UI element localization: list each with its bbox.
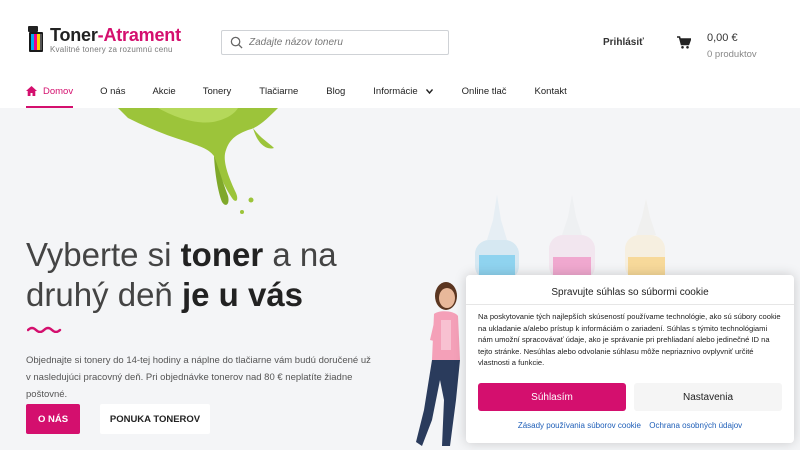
cart-icon[interactable] xyxy=(677,36,691,49)
wave-divider xyxy=(27,326,62,333)
logo-tagline: Kvalitné tonery za rozumnú cenu xyxy=(50,45,173,54)
hero-description: Objednajte si tonery do 14-tej hodiny a … xyxy=(26,355,371,400)
nav-item-tonery[interactable]: Tonery xyxy=(203,80,232,108)
privacy-policy-link[interactable]: Ochrana osobných údajov xyxy=(649,421,742,430)
cookie-settings-button[interactable]: Nastavenia xyxy=(634,383,782,411)
logo-title-part1: Toner xyxy=(50,25,98,45)
main-nav: Domov O nás Akcie Tonery Tlačiarne Blog … xyxy=(26,80,567,108)
cookie-policy-link[interactable]: Zásady používania súborov cookie xyxy=(518,421,641,430)
ink-splash-image xyxy=(118,108,278,214)
logo-title-part2: -Atrament xyxy=(97,25,181,45)
cart-count: 0 produktov xyxy=(707,49,757,60)
logo[interactable]: Toner-Atrament Kvalitné tonery za rozumn… xyxy=(26,26,181,54)
cookie-divider xyxy=(466,304,794,305)
toner-cartridge-icon xyxy=(28,26,43,52)
nav-item-online-tlac[interactable]: Online tlač xyxy=(462,80,507,108)
cart-total[interactable]: 0,00 € xyxy=(707,32,738,44)
hero-title: Vyberte si toner a na druhý deň je u vás xyxy=(26,235,406,315)
nav-label: Blog xyxy=(326,86,346,97)
nav-item-tlaciarne[interactable]: Tlačiarne xyxy=(259,80,298,108)
nav-label: Tonery xyxy=(202,86,232,97)
logo-title: Toner-Atrament xyxy=(50,26,181,44)
about-button[interactable]: O NÁS xyxy=(26,404,80,434)
nav-label: Informácie xyxy=(373,86,418,97)
search-box[interactable] xyxy=(221,30,449,55)
search-icon xyxy=(230,36,243,49)
nav-label: Online tlač xyxy=(461,86,507,97)
nav-label: Akcie xyxy=(152,86,176,97)
nav-label: Domov xyxy=(43,86,74,97)
hero-title-bold1: toner xyxy=(180,236,264,273)
chevron-down-icon xyxy=(425,89,433,94)
nav-item-akcie[interactable]: Akcie xyxy=(152,80,175,108)
cookie-text: Na poskytovanie tých najlepších skúsenos… xyxy=(478,312,781,368)
nav-item-informacie[interactable]: Informácie xyxy=(373,80,433,108)
hero-title-bold2: je u vás xyxy=(181,276,304,313)
hero-title-part1: Vyberte si xyxy=(26,236,181,273)
search-input[interactable] xyxy=(249,37,439,48)
site-header: Toner-Atrament Kvalitné tonery za rozumn… xyxy=(0,0,800,108)
cookie-links: Zásady používania súborov cookie Ochrana… xyxy=(466,421,794,430)
nav-label: Tlačiarne xyxy=(259,86,299,97)
login-link[interactable]: Prihlásiť xyxy=(603,37,644,48)
ink-bottles-image xyxy=(475,195,665,275)
cookie-consent-dialog: Spravujte súhlas so súbormi cookie Na po… xyxy=(466,275,794,443)
home-icon xyxy=(26,86,37,96)
cookie-accept-button[interactable]: Súhlasím xyxy=(478,383,626,411)
nav-item-domov[interactable]: Domov xyxy=(26,80,74,108)
nav-item-o-nas[interactable]: O nás xyxy=(100,80,125,108)
nav-label: Kontakt xyxy=(534,86,567,97)
nav-label: O nás xyxy=(100,86,126,97)
woman-photo xyxy=(416,282,460,446)
cookie-title: Spravujte súhlas so súbormi cookie xyxy=(551,287,709,298)
nav-item-kontakt[interactable]: Kontakt xyxy=(535,80,567,108)
toner-offer-button[interactable]: PONUKA TONEROV xyxy=(100,404,210,434)
nav-item-blog[interactable]: Blog xyxy=(326,80,345,108)
